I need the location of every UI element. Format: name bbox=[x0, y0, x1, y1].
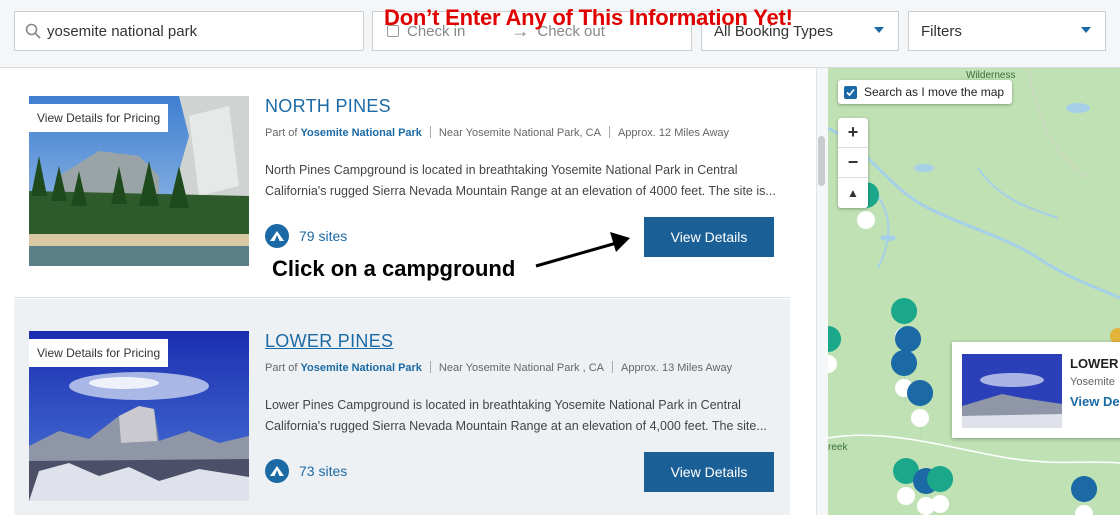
campground-description: Lower Pines Campground is located in bre… bbox=[265, 398, 767, 433]
campground-title[interactable]: NORTH PINES bbox=[265, 96, 391, 117]
chevron-down-icon bbox=[1081, 27, 1091, 33]
compass-button[interactable]: ▲ bbox=[838, 178, 868, 208]
result-card[interactable]: View Details for Pricing LOWER PINES Par… bbox=[14, 299, 790, 515]
sites-label: 79 sites bbox=[299, 228, 348, 244]
popup-title: LOWER bbox=[1070, 356, 1119, 371]
view-details-button[interactable]: View Details bbox=[644, 452, 774, 492]
instruction-annotation: Click on a campground bbox=[272, 256, 516, 281]
campground-description: North Pines Campground is located in bre… bbox=[265, 163, 776, 198]
tent-icon bbox=[265, 459, 289, 483]
distance-text: Approx. 12 Miles Away bbox=[617, 127, 730, 139]
campground-meta: Part of Yosemite National Park Near Yosem… bbox=[265, 361, 732, 374]
location-text: Near Yosemite National Park , CA bbox=[438, 362, 605, 374]
popup-view-details-link[interactable]: View De bbox=[1070, 394, 1120, 409]
map-zoom-controls: + − ▲ bbox=[838, 118, 868, 208]
warning-annotation: Don’t Enter Any of This Information Yet! bbox=[384, 5, 793, 30]
search-input[interactable] bbox=[47, 22, 347, 40]
sites-label: 73 sites bbox=[299, 463, 348, 479]
popup-photo bbox=[962, 354, 1062, 428]
search-as-move-label: Search as I move the map bbox=[864, 85, 1005, 99]
view-details-button[interactable]: View Details bbox=[644, 217, 774, 257]
search-field[interactable] bbox=[14, 11, 364, 51]
campground-photo[interactable]: View Details for Pricing bbox=[29, 96, 249, 266]
sites-count: 73 sites bbox=[265, 459, 347, 483]
campground-marker-icon[interactable] bbox=[828, 326, 842, 394]
campground-marker-icon[interactable] bbox=[837, 68, 863, 76]
campground-marker-icon[interactable] bbox=[1071, 476, 1098, 515]
annotation-arrow-icon bbox=[535, 232, 630, 268]
scrollbar-thumb[interactable] bbox=[818, 136, 825, 186]
park-link[interactable]: Yosemite National Park bbox=[300, 127, 421, 139]
location-text: Near Yosemite National Park, CA bbox=[438, 127, 601, 139]
pricing-badge[interactable]: View Details for Pricing bbox=[29, 339, 169, 367]
search-icon bbox=[25, 23, 41, 39]
campground-title[interactable]: LOWER PINES bbox=[265, 331, 393, 352]
filters-select[interactable]: Filters bbox=[908, 11, 1106, 51]
chevron-down-icon bbox=[874, 27, 884, 33]
map-popup[interactable]: LOWER Yosemite View De bbox=[952, 342, 1120, 438]
sites-count: 79 sites bbox=[265, 224, 347, 248]
map-label-creek: reek bbox=[828, 442, 848, 453]
search-as-move-toggle[interactable]: Search as I move the map bbox=[838, 80, 1013, 104]
distance-text: Approx. 13 Miles Away bbox=[621, 362, 733, 374]
map[interactable]: Wilderness reek Search as I move the map… bbox=[828, 68, 1120, 515]
campground-photo[interactable]: View Details for Pricing bbox=[29, 331, 249, 501]
campground-meta: Part of Yosemite National Park Near Yosem… bbox=[265, 126, 729, 139]
zoom-in-button[interactable]: + bbox=[838, 118, 868, 148]
park-link[interactable]: Yosemite National Park bbox=[300, 362, 421, 374]
part-of-prefix: Part of bbox=[265, 362, 298, 374]
checkbox-checked-icon[interactable] bbox=[844, 85, 857, 99]
part-of-prefix: Part of bbox=[265, 127, 298, 139]
pricing-badge[interactable]: View Details for Pricing bbox=[29, 104, 169, 132]
filters-label: Filters bbox=[921, 22, 962, 40]
popup-subtitle: Yosemite bbox=[1070, 376, 1115, 388]
zoom-out-button[interactable]: − bbox=[838, 148, 868, 178]
tent-icon bbox=[265, 224, 289, 248]
